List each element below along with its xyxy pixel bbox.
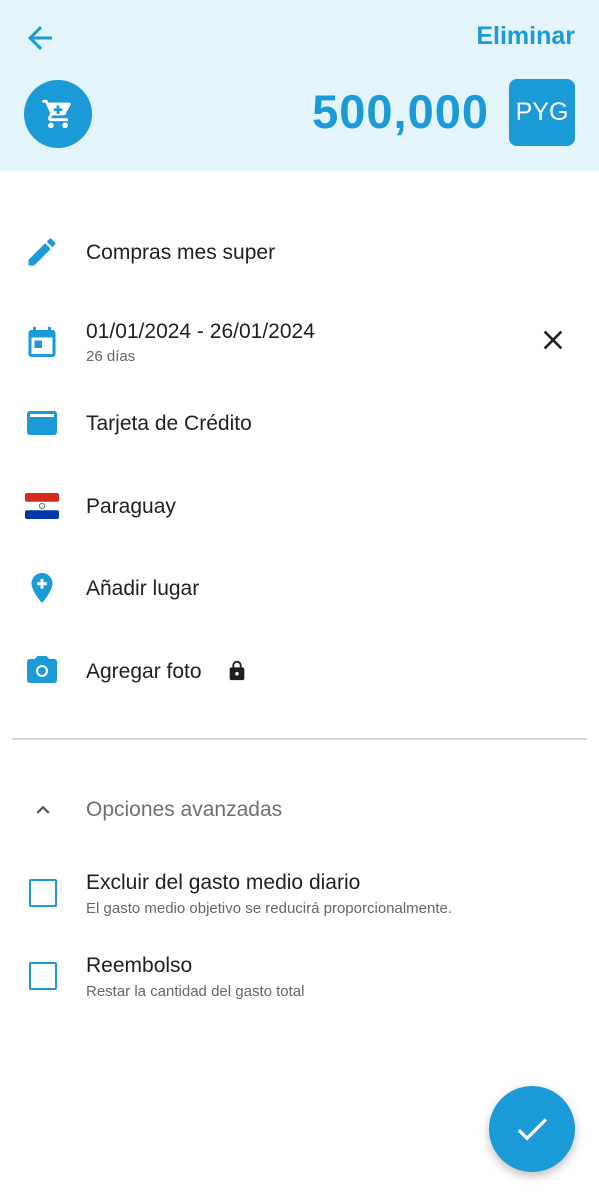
country-text: Paraguay [86,495,176,518]
currency-button[interactable]: PYG [509,79,575,146]
date-range-row[interactable]: 01/01/2024 - 26/01/2024 26 días [0,310,599,372]
exclude-daily-average-label: Excluir del gasto medio diario [86,871,361,894]
add-location-icon [31,573,53,603]
refund-row[interactable]: Reembolso Restar la cantidad del gasto t… [0,949,599,1007]
credit-card-icon [27,411,57,435]
calendar-icon [28,327,56,357]
chevron-up-icon [36,805,50,814]
description-text: Compras mes super [86,241,276,264]
add-photo-row[interactable]: Agregar foto [0,641,599,701]
clear-date-button[interactable] [537,324,569,356]
country-row[interactable]: Paraguay [0,476,599,536]
category-button[interactable] [24,80,92,148]
payment-method-text: Tarjeta de Crédito [86,412,252,435]
lock-icon [229,660,245,681]
advanced-options-label: Opciones avanzadas [86,798,283,821]
exclude-daily-average-description: El gasto medio objetivo se reducirá prop… [86,900,453,917]
add-place-row[interactable]: Añadir lugar [0,558,599,618]
shopping-cart-icon [42,99,71,129]
paraguay-flag-icon [25,493,59,519]
section-divider [12,738,587,740]
header-bar: Eliminar 500,000 PYG [0,0,599,171]
check-icon [517,1118,547,1141]
description-row[interactable]: Compras mes super [0,222,599,282]
date-range-text: 01/01/2024 - 26/01/2024 [86,320,315,343]
refund-description: Restar la cantidad del gasto total [86,983,305,1000]
exclude-daily-average-row[interactable]: Excluir del gasto medio diario El gasto … [0,866,599,924]
payment-method-row[interactable]: Tarjeta de Crédito [0,393,599,453]
refund-checkbox[interactable] [29,962,57,990]
close-icon [543,330,563,350]
arrow-left-icon [28,26,52,50]
camera-icon [27,656,57,683]
amount-value[interactable]: 500,000 [312,84,489,139]
exclude-daily-average-checkbox[interactable] [29,879,57,907]
date-days-text: 26 días [86,348,136,365]
pencil-icon [28,238,56,266]
back-button[interactable] [22,20,58,56]
add-photo-text: Agregar foto [86,660,202,683]
advanced-options-toggle[interactable]: Opciones avanzadas [0,785,599,835]
save-button[interactable] [489,1086,575,1172]
add-place-text: Añadir lugar [86,577,200,600]
refund-label: Reembolso [86,954,193,977]
delete-button[interactable]: Eliminar [476,22,575,51]
